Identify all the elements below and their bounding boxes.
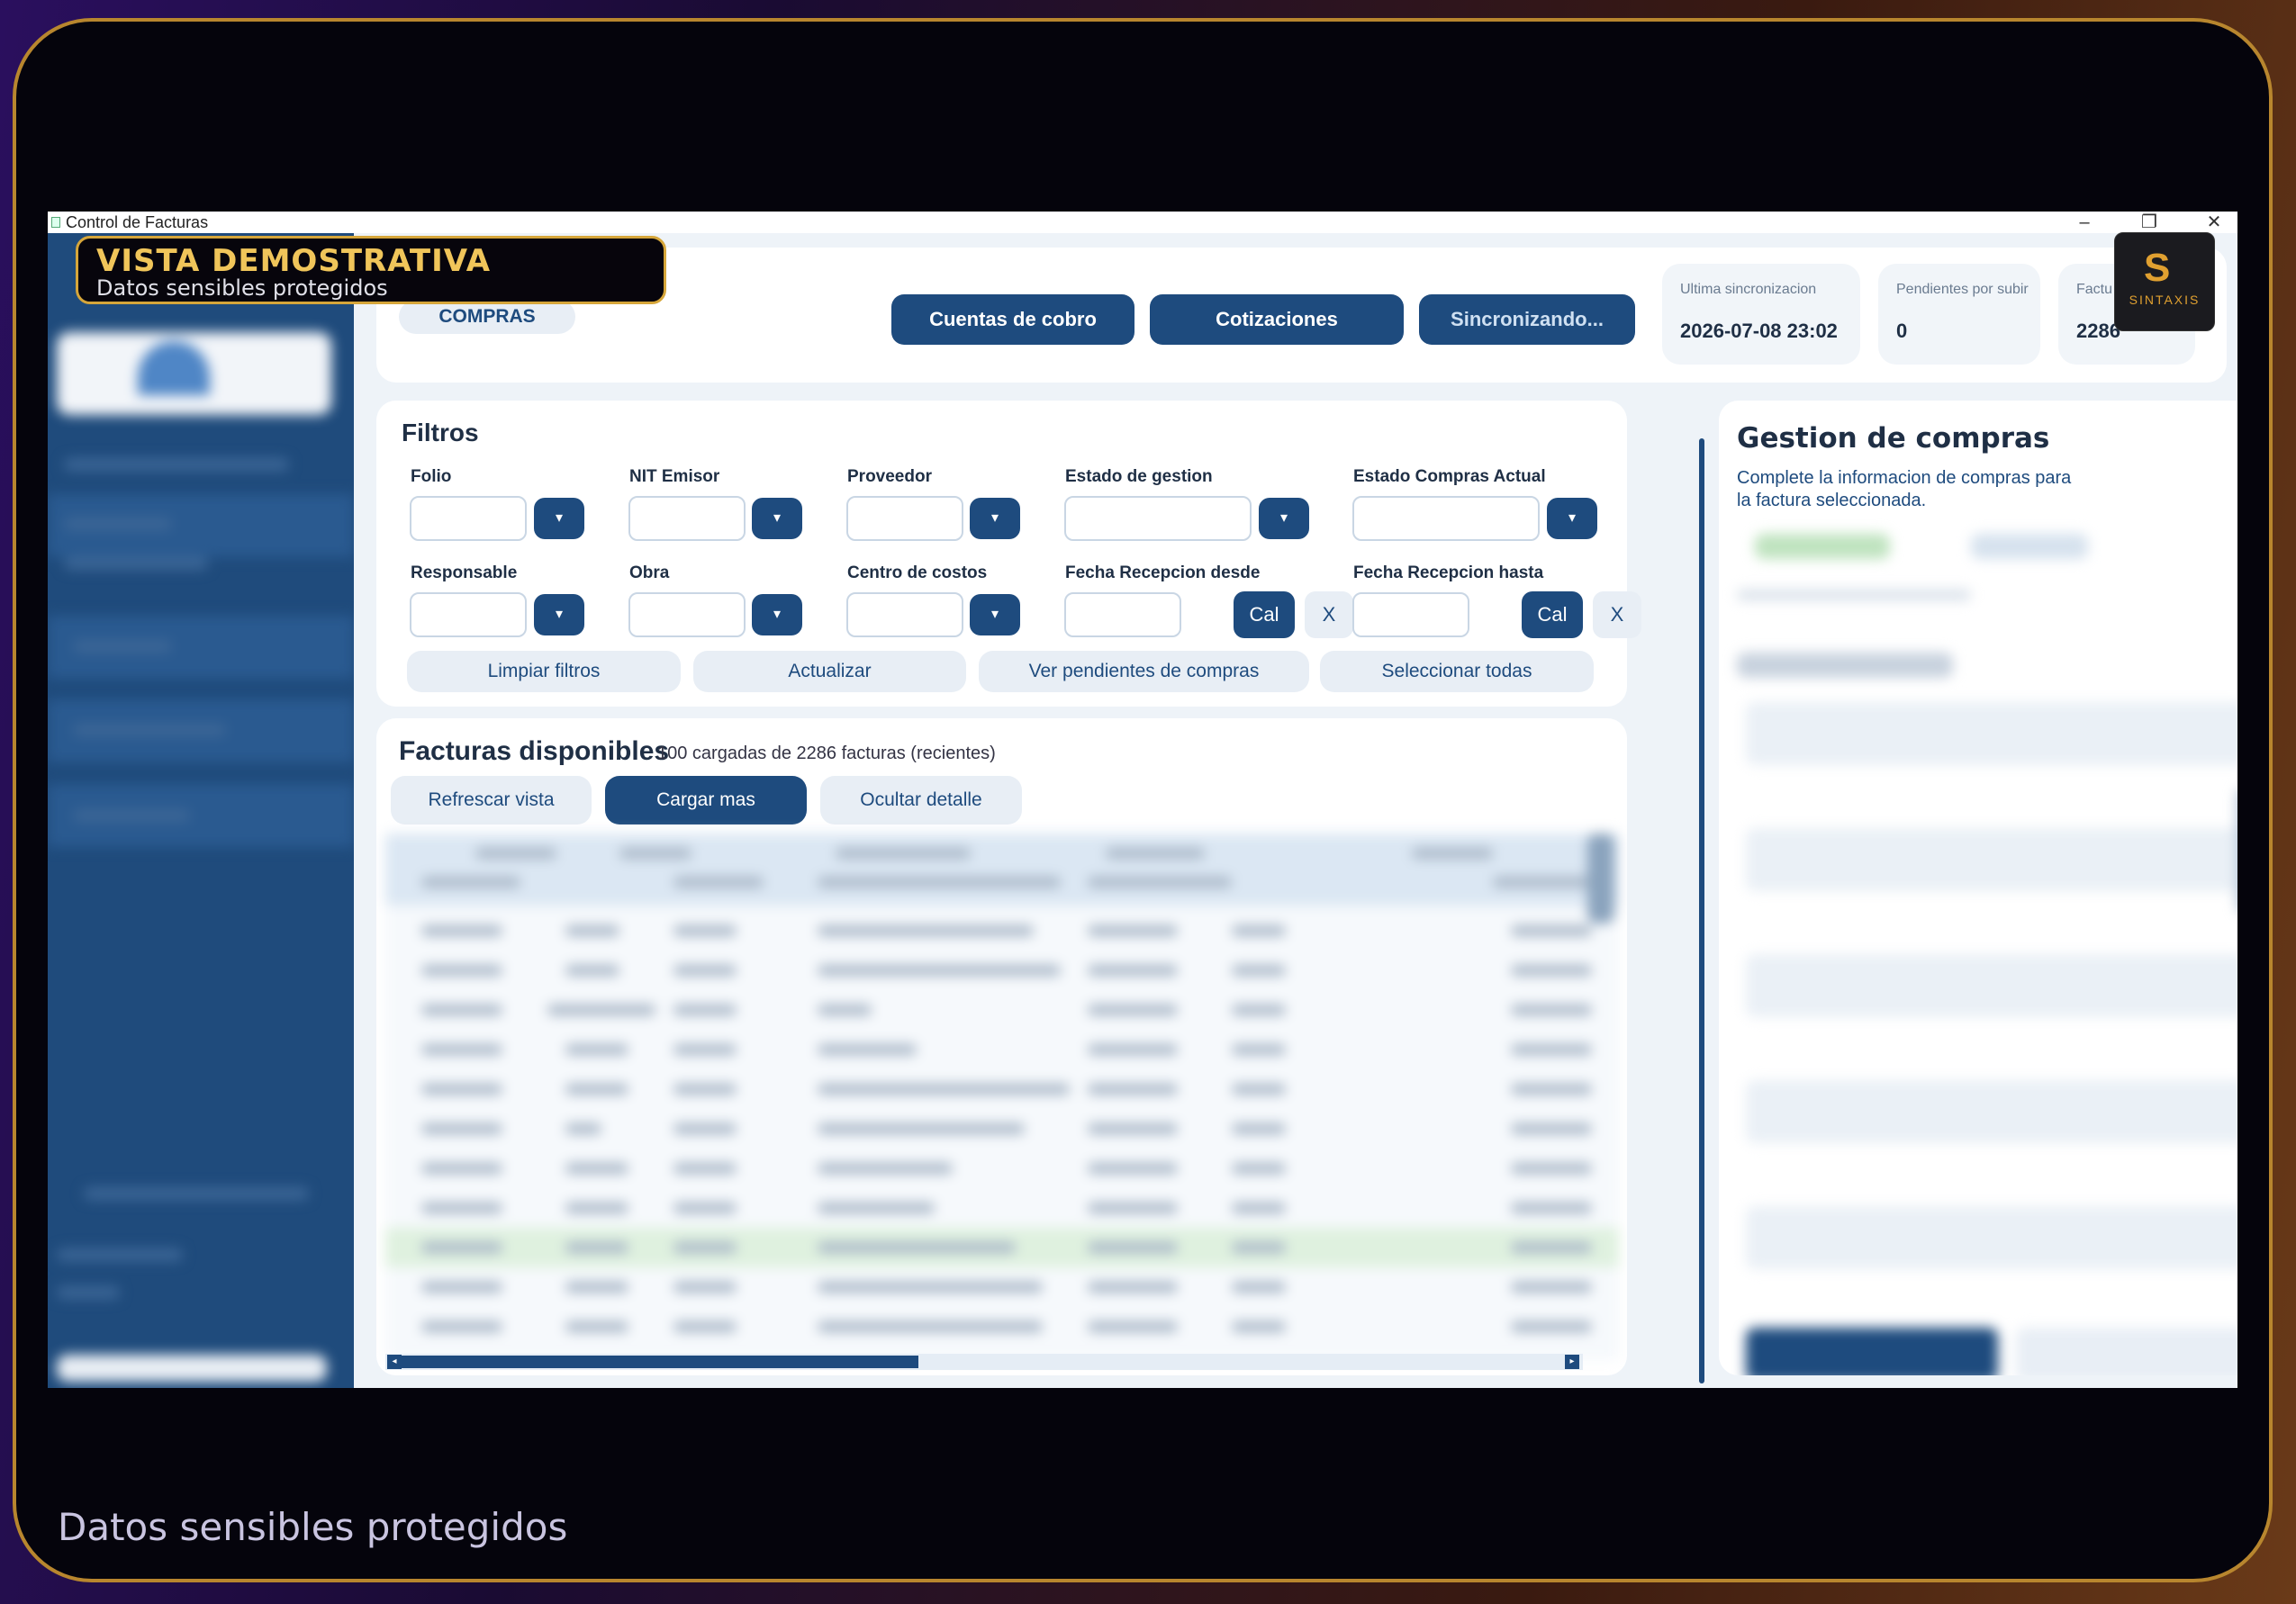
facturas-title: Facturas disponibles bbox=[399, 736, 670, 766]
responsable-input[interactable] bbox=[410, 592, 527, 637]
close-icon[interactable]: ✕ bbox=[2203, 212, 2225, 233]
centro-costos-input[interactable] bbox=[846, 592, 963, 637]
restore-icon[interactable]: ❐ bbox=[2138, 212, 2160, 233]
gestion-title: Gestion de compras bbox=[1737, 422, 2050, 455]
proveedor-label: Proveedor bbox=[847, 467, 932, 486]
centro-costos-label: Centro de costos bbox=[847, 563, 988, 582]
footer-caption: Datos sensibles protegidos bbox=[58, 1505, 568, 1549]
folio-dropdown-icon[interactable]: ▾ bbox=[534, 498, 584, 539]
ver-pendientes-button[interactable]: Ver pendientes de compras bbox=[979, 651, 1309, 692]
sidebar-redacted bbox=[48, 233, 354, 1388]
refrescar-vista-button[interactable]: Refrescar vista bbox=[391, 776, 592, 825]
actualizar-button[interactable]: Actualizar bbox=[693, 651, 966, 692]
obra-dropdown-icon[interactable]: ▾ bbox=[752, 594, 802, 635]
window-titlebar: Control de Facturas – ❐ ✕ bbox=[48, 212, 2237, 233]
nit-input[interactable] bbox=[628, 496, 746, 541]
fecha-hasta-input[interactable] bbox=[1352, 592, 1469, 637]
scrollbar-thumb[interactable] bbox=[400, 1356, 918, 1368]
app-window: Control de Facturas – ❐ ✕ COMPRAS Cuenta… bbox=[48, 212, 2237, 1388]
stat-value: 2026-07-08 23:02 bbox=[1680, 320, 1838, 342]
filters-title: Filtros bbox=[402, 419, 479, 446]
estado-gestion-dropdown-icon[interactable]: ▾ bbox=[1259, 498, 1309, 539]
fecha-hasta-cal-button[interactable]: Cal bbox=[1522, 591, 1583, 638]
demo-banner-subtitle: Datos sensibles protegidos bbox=[96, 275, 388, 301]
sintaxis-s-icon: S bbox=[2144, 246, 2171, 290]
scroll-right-icon[interactable]: ▸ bbox=[1565, 1355, 1579, 1369]
estado-compras-label: Estado Compras Actual bbox=[1353, 467, 1546, 486]
obra-input[interactable] bbox=[628, 592, 746, 637]
limpiar-filtros-button[interactable]: Limpiar filtros bbox=[407, 651, 681, 692]
fecha-hasta-clear-button[interactable]: X bbox=[1593, 591, 1641, 638]
ocultar-detalle-button[interactable]: Ocultar detalle bbox=[820, 776, 1022, 825]
facturas-panel: Facturas disponibles 100 cargadas de 228… bbox=[376, 718, 1627, 1375]
sintaxis-logo-text: SINTAXIS bbox=[2129, 293, 2201, 307]
stat-value: 0 bbox=[1896, 320, 1908, 342]
estado-compras-dropdown-icon[interactable]: ▾ bbox=[1547, 498, 1597, 539]
estado-gestion-label: Estado de gestion bbox=[1065, 467, 1213, 486]
estado-gestion-input[interactable] bbox=[1064, 496, 1252, 541]
fecha-hasta-label: Fecha Recepcion hasta bbox=[1353, 563, 1544, 582]
window-title: Control de Facturas bbox=[66, 213, 209, 231]
centro-costos-dropdown-icon[interactable]: ▾ bbox=[970, 594, 1020, 635]
folio-input[interactable] bbox=[410, 496, 527, 541]
sidebar bbox=[48, 233, 354, 1388]
stat-label: Ultima sincronizacion bbox=[1680, 282, 1817, 297]
nit-dropdown-icon[interactable]: ▾ bbox=[752, 498, 802, 539]
fecha-desde-input[interactable] bbox=[1064, 592, 1181, 637]
gestion-panel: Gestion de compras Complete la informaci… bbox=[1719, 401, 2237, 1375]
gestion-subtitle: Complete la informacion de compras para … bbox=[1737, 468, 2072, 510]
panel-divider[interactable] bbox=[1699, 438, 1704, 1383]
invoices-table-redacted[interactable] bbox=[385, 834, 1619, 1360]
fecha-desde-clear-button[interactable]: X bbox=[1305, 591, 1353, 638]
gestion-form-redacted[interactable] bbox=[1719, 518, 2237, 1375]
fecha-desde-cal-button[interactable]: Cal bbox=[1234, 591, 1295, 638]
obra-label: Obra bbox=[629, 563, 670, 582]
nit-label: NIT Emisor bbox=[629, 467, 720, 486]
sync-button[interactable]: Sincronizando... bbox=[1419, 294, 1635, 345]
responsable-label: Responsable bbox=[411, 563, 518, 582]
stat-label: Pendientes por subir bbox=[1896, 282, 2029, 297]
app-icon bbox=[51, 217, 60, 228]
stat-pending: Pendientes por subir 0 bbox=[1878, 264, 2040, 365]
proveedor-dropdown-icon[interactable]: ▾ bbox=[970, 498, 1020, 539]
proveedor-input[interactable] bbox=[846, 496, 963, 541]
minimize-icon[interactable]: – bbox=[2074, 212, 2095, 233]
stat-last-sync: Ultima sincronizacion 2026-07-08 23:02 bbox=[1662, 264, 1860, 365]
cotizaciones-button[interactable]: Cotizaciones bbox=[1150, 294, 1404, 345]
section-pill: COMPRAS bbox=[399, 300, 575, 334]
seleccionar-todas-button[interactable]: Seleccionar todas bbox=[1320, 651, 1594, 692]
estado-compras-input[interactable] bbox=[1352, 496, 1540, 541]
cuentas-de-cobro-button[interactable]: Cuentas de cobro bbox=[891, 294, 1134, 345]
responsable-dropdown-icon[interactable]: ▾ bbox=[534, 594, 584, 635]
horizontal-scrollbar[interactable]: ◂ ▸ bbox=[385, 1354, 1583, 1370]
demo-banner: VISTA DEMOSTRATIVA Datos sensibles prote… bbox=[76, 236, 666, 304]
fecha-desde-label: Fecha Recepcion desde bbox=[1065, 563, 1261, 582]
demo-banner-title: VISTA DEMOSTRATIVA bbox=[96, 243, 492, 279]
cargar-mas-button[interactable]: Cargar mas bbox=[605, 776, 807, 825]
folio-label: Folio bbox=[411, 467, 452, 486]
facturas-count: 100 cargadas de 2286 facturas (recientes… bbox=[657, 743, 996, 763]
sintaxis-logo: S SINTAXIS bbox=[2114, 232, 2215, 331]
